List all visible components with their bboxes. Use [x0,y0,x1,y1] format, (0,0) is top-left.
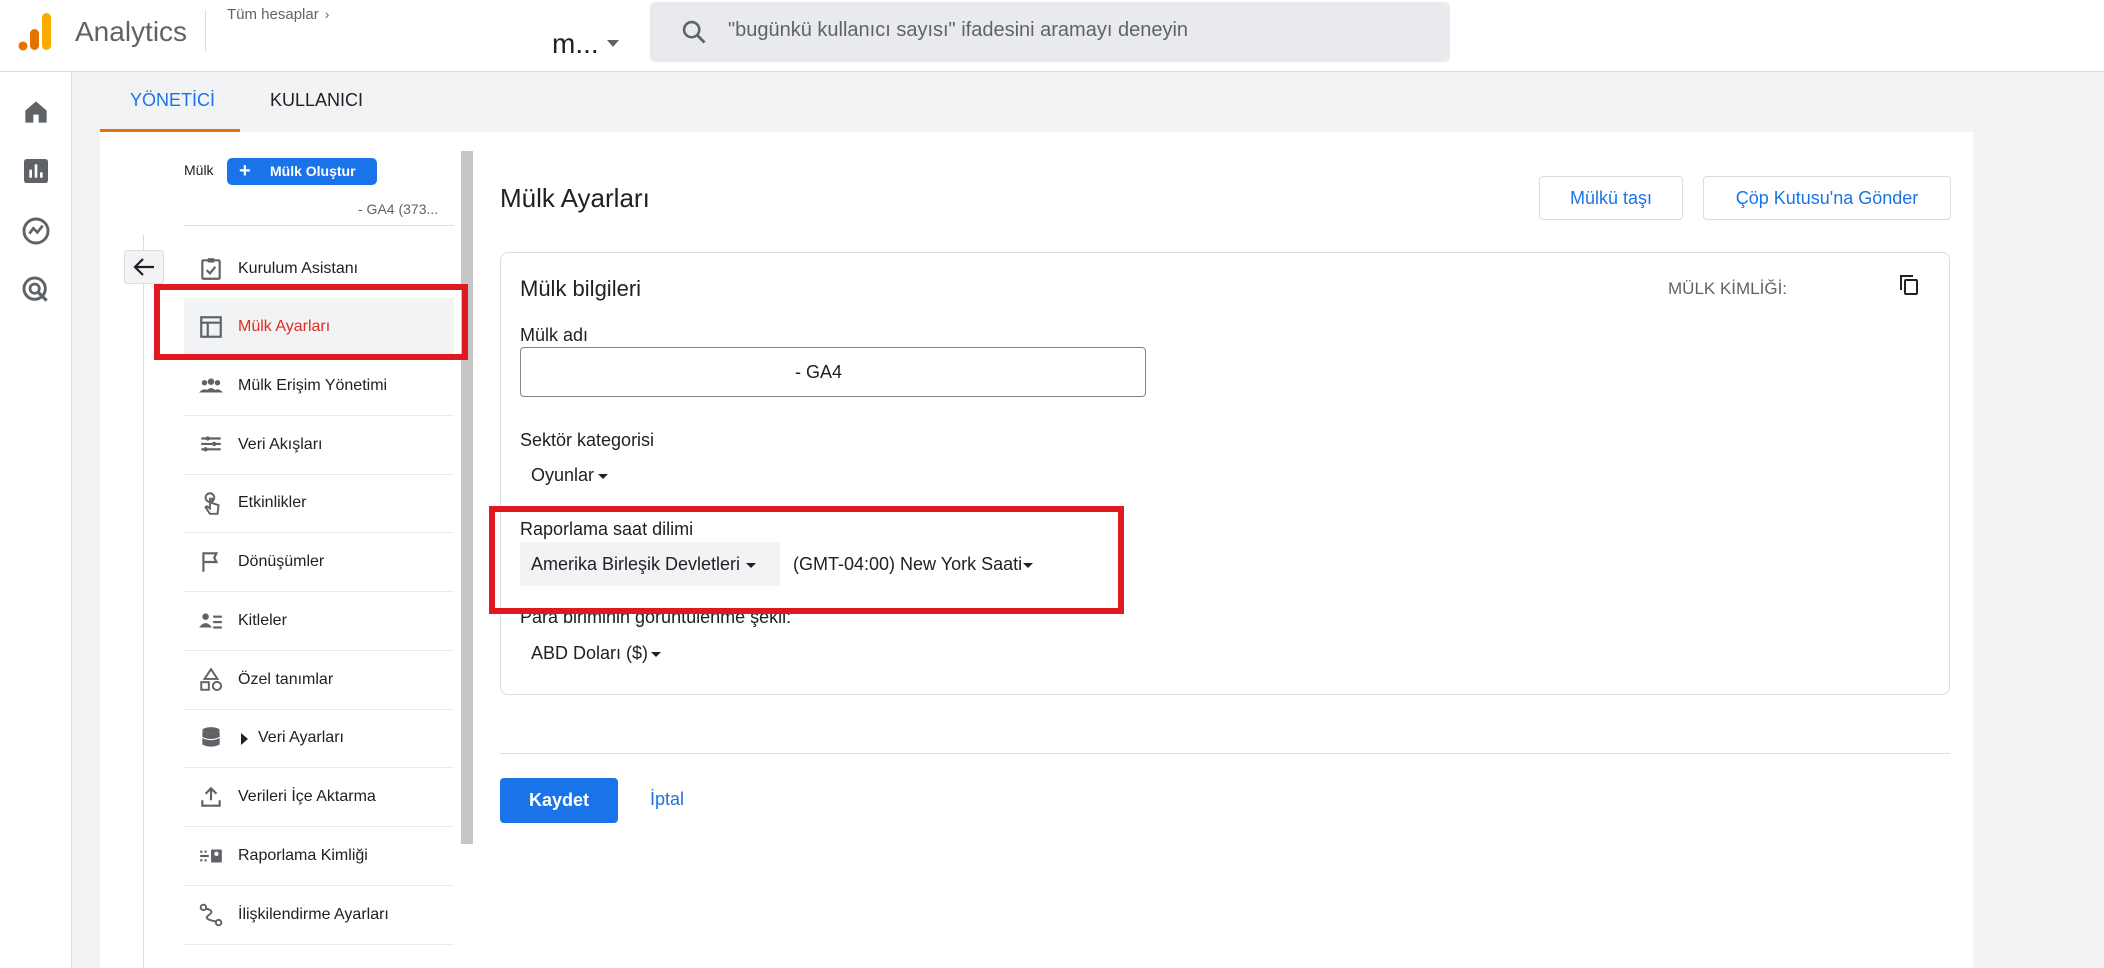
nav-item-data-streams[interactable]: Veri Akışları [184,416,454,475]
top-bar: Analytics Tüm hesaplar › m... "bugünkü ku… [0,0,2104,72]
tab-admin[interactable]: YÖNETİCİ [130,90,215,111]
chevron-down-icon[interactable] [607,40,619,47]
divider [184,225,454,226]
selected-property[interactable]: - GA4 (373... [358,201,438,217]
move-to-trash-button[interactable]: Çöp Kutusu'na Gönder [1703,176,1951,220]
create-property-button[interactable]: + Mülk Oluştur [227,158,377,185]
property-label: Mülk [184,162,214,178]
copy-icon[interactable] [1897,273,1921,297]
people-icon [199,378,223,393]
chevron-right-icon: › [324,6,330,22]
id-icon [200,849,222,863]
property-name-value: - GA4 [795,362,843,382]
create-property-label: Mülk Oluştur [270,163,356,179]
chevron-right-icon[interactable] [241,733,248,745]
home-icon[interactable] [20,96,52,128]
industry-dropdown[interactable]: Oyunlar [520,453,620,497]
nav-item-label: Veri Ayarları [258,729,344,746]
chevron-down-icon [651,652,661,657]
nav-item-label: Verileri İçe Aktarma [238,788,376,805]
save-button[interactable]: Kaydet [500,778,618,823]
nav-item-label: Etkinlikler [238,494,307,511]
nav-divider [143,235,144,968]
currency-dropdown[interactable]: ABD Doları ($) [520,631,670,675]
left-rail [0,72,72,968]
cancel-button[interactable]: İptal [650,789,684,810]
advertising-icon[interactable] [20,274,52,306]
property-details-card [500,252,1950,695]
nav-item-label: Özel tanımlar [238,671,334,688]
move-property-button[interactable]: Mülkü taşı [1539,176,1683,220]
nav-item-label: Veri Akışları [238,436,323,453]
all-accounts-breadcrumb[interactable]: Tüm hesaplar › [227,6,329,23]
nav-item-reporting-identity[interactable]: Raporlama Kimliği [184,827,454,886]
nav-item-access-management[interactable]: Mülk Erişim Yönetimi [184,357,454,416]
audience-icon [199,613,222,629]
flag-icon [202,552,219,572]
nav-item-data-settings[interactable]: Veri Ayarları [184,709,454,768]
nav-item-label: İlişkilendirme Ayarları [238,906,389,923]
reports-icon[interactable] [20,155,52,187]
nav-scrollbar[interactable] [461,151,473,844]
search-input[interactable]: "bugünkü kullanıcı sayısı" ifadesini ara… [650,2,1450,62]
industry-label: Sektör kategorisi [520,430,655,450]
explore-icon[interactable] [20,215,52,247]
search-placeholder: "bugünkü kullanıcı sayısı" ifadesini ara… [728,19,1189,41]
divider [205,10,206,52]
app-name: Analytics [75,16,188,47]
shapes-icon [200,667,223,692]
nav-item-data-import[interactable]: Verileri İçe Aktarma [184,768,454,827]
arrow-left-icon [133,258,154,276]
nav-item-custom-definitions[interactable]: Özel tanımlar [184,651,454,710]
nav-item-conversions[interactable]: Dönüşümler [184,533,454,592]
page-title: Mülk Ayarları [500,183,650,213]
analytics-logo[interactable] [18,13,52,51]
card-title: Mülk bilgileri [520,276,642,301]
upload-icon [201,786,221,807]
property-id-label: MÜLK KİMLİĞİ: [1668,279,1788,298]
chevron-down-icon [598,474,608,479]
admin-tabs: YÖNETİCİ KULLANICI [100,72,1973,132]
account-selector[interactable]: m... [552,28,599,60]
nav-item-label: Raporlama Kimliği [238,847,368,864]
property-name-input[interactable]: - GA4 [520,347,1146,397]
streams-icon [201,436,221,452]
nav-item-events[interactable]: Etkinlikler [184,474,454,533]
industry-value: Oyunlar [531,465,595,485]
database-icon [202,727,220,747]
property-name-label: Mülk adı [520,325,589,345]
touch-icon [204,492,220,515]
nav-item-label: Mülk Erişim Yönetimi [238,377,388,394]
nav-item-audiences[interactable]: Kitleler [184,592,454,651]
nav-item-label: Dönüşümler [238,553,325,570]
checklist-icon [201,258,221,280]
collapse-back-button[interactable] [124,250,164,284]
tab-user[interactable]: KULLANICI [270,90,363,111]
nav-item-label: Kurulum Asistanı [238,260,359,277]
breadcrumb-label: Tüm hesaplar [227,6,319,23]
highlight-box [489,506,1124,614]
currency-value: ABD Doları ($) [531,643,649,663]
nav-item-label: Kitleler [238,612,287,629]
search-icon [682,20,706,44]
plus-icon: + [239,160,251,182]
attribution-icon [199,903,223,927]
divider [500,753,1950,754]
nav-item-attribution-settings[interactable]: İlişkilendirme Ayarları [184,886,454,945]
highlight-box [154,284,468,360]
